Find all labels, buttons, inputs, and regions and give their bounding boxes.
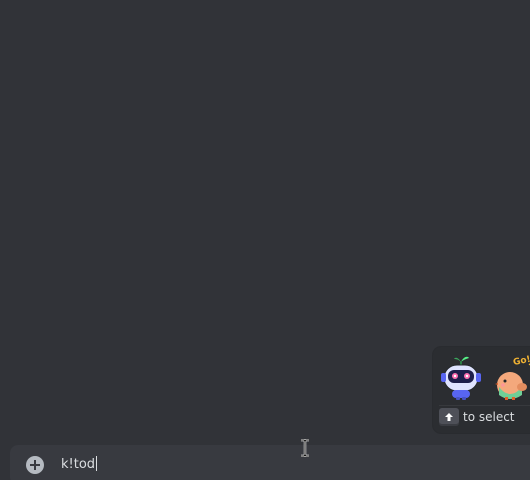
select-hint-text: to select [463, 410, 515, 424]
svg-text:Go!: Go! [512, 355, 530, 368]
ibeam-cursor-icon [301, 439, 309, 457]
popup-divider [439, 405, 530, 406]
message-input[interactable]: k!tod [61, 456, 98, 474]
bird-sticker[interactable]: Go! [491, 353, 530, 401]
message-input-value: k!tod [61, 457, 96, 472]
robot-sticker[interactable] [439, 353, 483, 401]
sticker-suggestion-popup: Go! to select [433, 347, 530, 433]
chat-window: Go! to select k!tod [0, 0, 530, 480]
arrow-up-icon [439, 408, 459, 426]
message-composer[interactable]: k!tod [10, 445, 530, 480]
plus-circle-icon[interactable] [26, 456, 44, 474]
text-caret [96, 456, 98, 471]
sticker-row: Go! [439, 353, 530, 403]
select-hint: to select [439, 408, 515, 426]
